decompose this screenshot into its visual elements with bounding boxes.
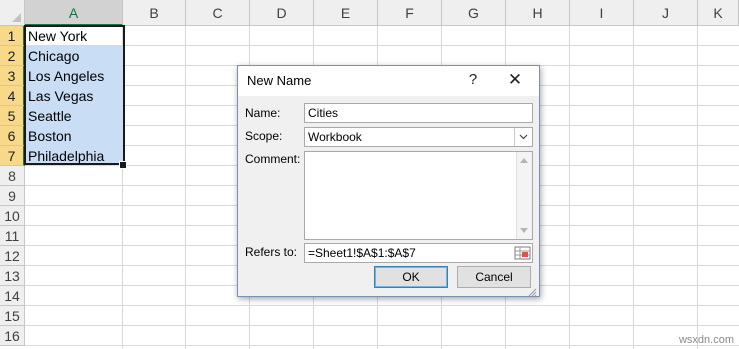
ok-button[interactable]: OK xyxy=(374,266,448,288)
grid-column-line xyxy=(697,26,698,349)
comment-scrollbar[interactable] xyxy=(516,152,532,239)
name-field[interactable]: Cities xyxy=(304,103,533,123)
name-field-value: Cities xyxy=(308,106,339,120)
watermark-text: wsxdn.com xyxy=(678,334,734,346)
cell-a7[interactable]: Philadelphia xyxy=(25,146,123,166)
cell-a4[interactable]: Las Vegas xyxy=(25,86,123,106)
select-all-triangle-icon xyxy=(12,13,21,22)
cell-a6[interactable]: Boston xyxy=(25,126,123,146)
column-header-c[interactable]: C xyxy=(186,0,250,26)
column-header-i[interactable]: I xyxy=(570,0,634,26)
cell-a3[interactable]: Los Angeles xyxy=(25,66,123,86)
row-header-6[interactable]: 6 xyxy=(0,126,25,146)
row-header-13[interactable]: 13 xyxy=(0,266,25,286)
cell-a1[interactable]: New York xyxy=(25,26,123,46)
scroll-down-icon[interactable] xyxy=(520,228,528,233)
fill-handle[interactable] xyxy=(119,161,127,169)
scope-select-value: Workbook xyxy=(308,130,362,144)
refers-to-label: Refers to: xyxy=(245,245,298,259)
select-all-corner[interactable] xyxy=(0,0,25,26)
scope-select[interactable]: Workbook xyxy=(304,127,533,147)
dialog-titlebar[interactable]: New Name ? ✕ xyxy=(238,66,539,96)
grid-column-line xyxy=(185,26,186,349)
grid-row-line xyxy=(25,325,739,326)
chevron-down-icon[interactable] xyxy=(514,128,532,146)
column-header-j[interactable]: J xyxy=(634,0,698,26)
row-header-1[interactable]: 1 xyxy=(0,26,25,46)
name-label: Name: xyxy=(245,106,281,120)
dialog-title: New Name xyxy=(247,73,312,88)
row-header-10[interactable]: 10 xyxy=(0,206,25,226)
row-header-15[interactable]: 15 xyxy=(0,306,25,326)
scope-label: Scope: xyxy=(245,129,283,143)
cell-a2[interactable]: Chicago xyxy=(25,46,123,66)
close-button[interactable]: ✕ xyxy=(504,69,526,91)
column-header-g[interactable]: G xyxy=(442,0,506,26)
row-header-12[interactable]: 12 xyxy=(0,246,25,266)
refers-to-field[interactable]: =Sheet1!$A$1:$A$7 xyxy=(304,243,533,263)
row-header-3[interactable]: 3 xyxy=(0,66,25,86)
help-button[interactable]: ? xyxy=(463,69,483,91)
row-header-16[interactable]: 16 xyxy=(0,326,25,346)
column-header-h[interactable]: H xyxy=(506,0,570,26)
column-header-k[interactable]: K xyxy=(698,0,739,26)
cell-a5[interactable]: Seattle xyxy=(25,106,123,126)
row-header-2[interactable]: 2 xyxy=(0,46,25,66)
comment-label: Comment: xyxy=(245,152,301,166)
row-header-8[interactable]: 8 xyxy=(0,166,25,186)
grid-column-line xyxy=(569,26,570,349)
column-header-d[interactable]: D xyxy=(250,0,314,26)
comment-textarea[interactable] xyxy=(304,151,533,240)
refers-to-value: =Sheet1!$A$1:$A$7 xyxy=(308,246,416,260)
collapse-dialog-icon[interactable] xyxy=(514,245,531,261)
row-header-7[interactable]: 7 xyxy=(0,146,25,166)
grid-row-line xyxy=(25,305,739,306)
scroll-up-icon[interactable] xyxy=(520,158,528,163)
row-header-11[interactable]: 11 xyxy=(0,226,25,246)
new-name-dialog: New Name ? ✕ Name: Cities Scope: Workboo… xyxy=(237,65,540,297)
row-header-9[interactable]: 9 xyxy=(0,186,25,206)
resize-grip-icon[interactable] xyxy=(527,284,537,297)
row-header-5[interactable]: 5 xyxy=(0,106,25,126)
cancel-button[interactable]: Cancel xyxy=(457,266,531,288)
grid-column-line xyxy=(633,26,634,349)
row-header-4[interactable]: 4 xyxy=(0,86,25,106)
grid-row-line xyxy=(25,345,739,346)
grid-row-line xyxy=(25,45,739,46)
column-header-b[interactable]: B xyxy=(123,0,186,26)
column-header-f[interactable]: F xyxy=(378,0,442,26)
row-header-14[interactable]: 14 xyxy=(0,286,25,306)
column-header-e[interactable]: E xyxy=(314,0,378,26)
column-header-a[interactable]: A xyxy=(25,0,123,26)
